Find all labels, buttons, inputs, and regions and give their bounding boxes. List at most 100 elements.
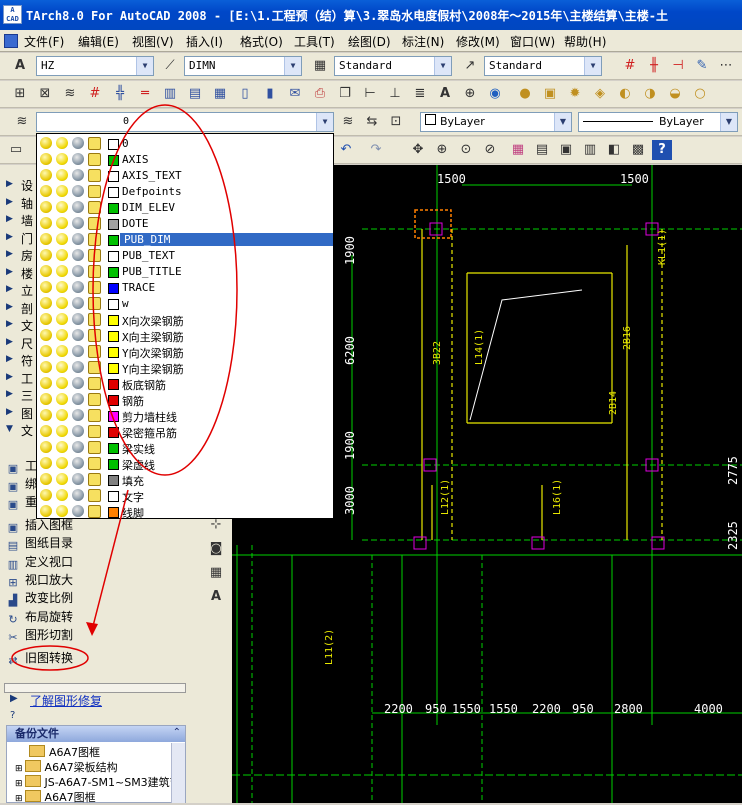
freeze-icon[interactable]: ✹ [565, 84, 585, 104]
lock-open-icon[interactable] [88, 345, 101, 358]
lock-open-icon[interactable] [88, 361, 101, 374]
viewport-freeze-icon[interactable] [72, 297, 84, 309]
tarch-category[interactable]: 剖 [21, 300, 33, 317]
chevron-down-icon[interactable]: ▼ [284, 57, 301, 75]
new-file-icon[interactable]: ▭ [6, 140, 26, 160]
viewport-freeze-icon[interactable] [72, 441, 84, 453]
menu-window[interactable]: 窗口(W) [510, 33, 555, 50]
viewport-freeze-icon[interactable] [72, 361, 84, 373]
freeze-sun-icon[interactable] [56, 217, 68, 229]
viewport-freeze-icon[interactable] [72, 377, 84, 389]
triangle-right-icon[interactable]: ▶ [6, 214, 13, 224]
lock-open-icon[interactable] [88, 473, 101, 486]
lock-open-icon[interactable] [88, 217, 101, 230]
viewport-freeze-icon[interactable] [72, 457, 84, 469]
tarch-category[interactable]: 墙 [21, 212, 33, 229]
freeze-sun-icon[interactable] [56, 281, 68, 293]
column-tool-icon[interactable]: ╫ [644, 56, 664, 76]
freeze-sun-icon[interactable] [56, 153, 68, 165]
triangle-right-icon[interactable]: ▶ [6, 319, 13, 329]
layer-on-bulb-icon[interactable] [40, 233, 52, 245]
layer-on-bulb-icon[interactable] [40, 345, 52, 357]
layer-row[interactable]: Defpoints [37, 184, 333, 200]
layer-row[interactable]: 线脚 [37, 504, 333, 518]
design-center-icon[interactable]: ▤ [532, 140, 552, 160]
freeze-sun-icon[interactable] [56, 409, 68, 421]
layer-on-bulb-icon[interactable] [40, 441, 52, 453]
text-a-icon[interactable]: A [206, 587, 226, 607]
backup-file-item[interactable]: ⊞ JS-A6A7-SM1~SM3建筑节 [15, 774, 181, 790]
layer-on-bulb-icon[interactable] [40, 361, 52, 373]
viewport-freeze-icon[interactable] [72, 169, 84, 181]
layer-row[interactable]: 板底钢筋 [37, 376, 333, 392]
triangle-right-icon[interactable]: ▶ [6, 267, 13, 277]
menu-tools[interactable]: 工具(T) [294, 33, 335, 50]
layer-row[interactable]: 文字 [37, 488, 333, 504]
tarch-category[interactable]: 文 [21, 422, 33, 439]
triangle-right-icon[interactable]: ▶ [6, 407, 13, 417]
column-icon[interactable]: ╬ [110, 84, 130, 104]
layer-restore-icon[interactable]: ◒ [665, 84, 685, 104]
freeze-sun-icon[interactable] [56, 265, 68, 277]
chevron-down-icon[interactable]: ▼ [434, 57, 451, 75]
camera-icon[interactable]: ◙ [206, 539, 226, 559]
triangle-right-icon[interactable]: ▶ [6, 354, 13, 364]
zoom-previous-icon[interactable]: ⊘ [480, 140, 500, 160]
axis-tool-icon[interactable]: ⊣ [668, 56, 688, 76]
freeze-sun-icon[interactable] [56, 457, 68, 469]
viewport-freeze-icon[interactable] [72, 393, 84, 405]
sheet-set-icon[interactable]: ▥ [580, 140, 600, 160]
layer-on-bulb-icon[interactable] [40, 249, 52, 261]
text-icon[interactable]: A [435, 84, 455, 104]
tarch-menu-item[interactable]: ↻ 布局旋转 [6, 608, 73, 626]
tool-palette-icon[interactable]: ▣ [556, 140, 576, 160]
lock-icon[interactable]: ▣ [540, 84, 560, 104]
layer-row[interactable]: 梁密箍吊筋 [37, 424, 333, 440]
layer-row[interactable]: w [37, 296, 333, 312]
calculator-icon[interactable]: ▩ [628, 140, 648, 160]
layer-dropdown-list[interactable]: 0 AXIS AXIS_TEXT Defpoints DIM_ELEV DOTE PUB_D… [36, 133, 334, 519]
multileader-style-select[interactable]: Standard ▼ [484, 56, 602, 76]
layer-row[interactable]: PUB_DIM [37, 232, 333, 248]
expand-plus-icon[interactable]: ⊞ [15, 764, 23, 774]
table-style-icon[interactable]: ▦ [310, 56, 330, 76]
layer-on-icon[interactable]: ◑ [640, 84, 660, 104]
freeze-sun-icon[interactable] [56, 313, 68, 325]
lock-open-icon[interactable] [88, 425, 101, 438]
triangle-right-icon[interactable]: ▶ [6, 372, 13, 382]
freeze-sun-icon[interactable] [56, 393, 68, 405]
layer-row[interactable]: 钢筋 [37, 392, 333, 408]
redo-icon[interactable]: ↷ [366, 140, 386, 160]
tarch-category[interactable]: 三 [21, 387, 33, 404]
help-icon[interactable]: ? [652, 140, 672, 160]
lock-open-icon[interactable] [88, 249, 101, 262]
properties-icon[interactable]: ▦ [508, 140, 528, 160]
isolate-icon[interactable]: ◈ [590, 84, 610, 104]
triangle-right-icon[interactable]: ▶ [10, 693, 18, 704]
tarch-partial-item[interactable]: ▣ 工 [6, 457, 37, 475]
tarch-menu-item[interactable]: ✂ 图形切割 [6, 626, 73, 644]
layer-on-bulb-icon[interactable] [40, 265, 52, 277]
viewport-freeze-icon[interactable] [72, 233, 84, 245]
help-circle-icon[interactable]: ◉ [485, 84, 505, 104]
table-style-select[interactable]: Standard ▼ [334, 56, 452, 76]
menu-file[interactable]: 文件(F) [24, 33, 64, 50]
menu-view[interactable]: 视图(V) [132, 33, 174, 50]
freeze-sun-icon[interactable] [56, 233, 68, 245]
pan-icon[interactable]: ✥ [408, 140, 428, 160]
freeze-sun-icon[interactable] [56, 201, 68, 213]
copy-icon[interactable]: ❐ [335, 84, 355, 104]
layer-row[interactable]: 梁实线 [37, 440, 333, 456]
layer-row[interactable]: 梁虚线 [37, 456, 333, 472]
tarch-category[interactable]: 尺 [21, 335, 33, 352]
layer-on-bulb-icon[interactable] [40, 329, 52, 341]
markup-icon[interactable]: ◧ [604, 140, 624, 160]
viewport-freeze-icon[interactable] [72, 329, 84, 341]
triangle-right-icon[interactable]: ▼ [6, 424, 13, 434]
layer-row[interactable]: AXIS_TEXT [37, 168, 333, 184]
menu-insert[interactable]: 插入(I) [186, 33, 223, 50]
freeze-sun-icon[interactable] [56, 345, 68, 357]
lock-open-icon[interactable] [88, 393, 101, 406]
tarch-menu-item[interactable]: ⊞ 视口放大 [6, 571, 73, 589]
help-link[interactable]: 了解图形修复 [30, 692, 102, 709]
